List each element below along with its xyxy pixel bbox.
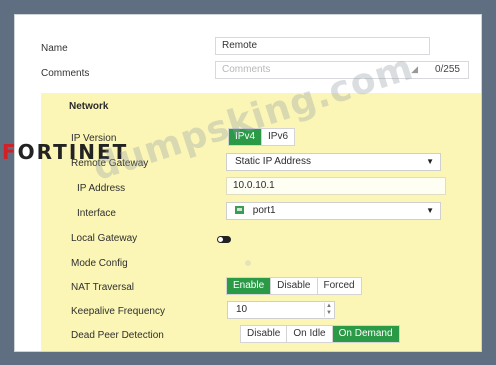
interface-value: port1 (252, 205, 276, 216)
ip-version-ipv4-option[interactable]: IPv4 (229, 129, 262, 145)
remote-gateway-label: Remote Gateway (71, 158, 149, 169)
nat-traversal-forced-option[interactable]: Forced (316, 278, 361, 294)
ip-address-label: IP Address (77, 183, 126, 194)
chevron-down-icon: ▼ (426, 157, 434, 166)
network-section-title: Network (69, 101, 109, 112)
keepalive-frequency-label: Keepalive Frequency (71, 306, 165, 317)
name-label: Name (41, 43, 68, 54)
comments-counter: 0/255 (434, 64, 460, 75)
mode-config-label: Mode Config (71, 258, 128, 269)
interface-label: Interface (77, 208, 116, 219)
local-gateway-label: Local Gateway (71, 233, 138, 244)
nat-traversal-label: NAT Traversal (71, 282, 134, 293)
ip-version-ipv6-option[interactable]: IPv6 (261, 129, 294, 145)
port-icon (235, 206, 244, 214)
resize-handle-icon[interactable]: ◢ (411, 64, 418, 75)
comments-textarea[interactable]: Comments ◢ 0/255 (215, 61, 469, 79)
interface-select[interactable]: port1 ▼ (226, 202, 441, 220)
dead-peer-detection-label: Dead Peer Detection (71, 330, 164, 341)
ip-version-toggle: IPv4 IPv6 (228, 128, 296, 146)
nat-traversal-disable-option[interactable]: Disable (270, 278, 316, 294)
ip-version-label: IP Version (71, 133, 117, 144)
ipsec-tunnel-form: Name Remote Comments Comments ◢ 0/255 Ne… (14, 14, 482, 352)
nat-traversal-enable-option[interactable]: Enable (227, 278, 271, 294)
ip-address-input[interactable]: 10.0.10.1 (226, 177, 446, 195)
name-input[interactable]: Remote (215, 37, 430, 55)
mode-config-toggle[interactable] (245, 260, 251, 266)
dpd-on-idle-option[interactable]: On Idle (286, 326, 331, 342)
dpd-on-demand-option[interactable]: On Demand (331, 326, 399, 342)
chevron-down-icon: ▼ (426, 206, 434, 215)
spinner-icon[interactable]: ▲ ▼ (324, 303, 333, 317)
keepalive-frequency-value: 10 (236, 304, 248, 315)
network-section: Network IP Version IPv4 IPv6 Remote Gate… (41, 93, 481, 351)
local-gateway-toggle[interactable] (217, 236, 231, 243)
remote-gateway-value: Static IP Address (235, 156, 311, 167)
dpd-disable-option[interactable]: Disable (241, 326, 286, 342)
nat-traversal-toggle: Enable Disable Forced (226, 277, 362, 295)
dead-peer-detection-toggle: Disable On Idle On Demand (240, 325, 400, 343)
keepalive-frequency-input[interactable]: 10 ▲ ▼ (227, 301, 335, 319)
remote-gateway-select[interactable]: Static IP Address ▼ (226, 153, 441, 171)
comments-label: Comments (41, 68, 90, 79)
comments-placeholder: Comments (222, 64, 271, 75)
